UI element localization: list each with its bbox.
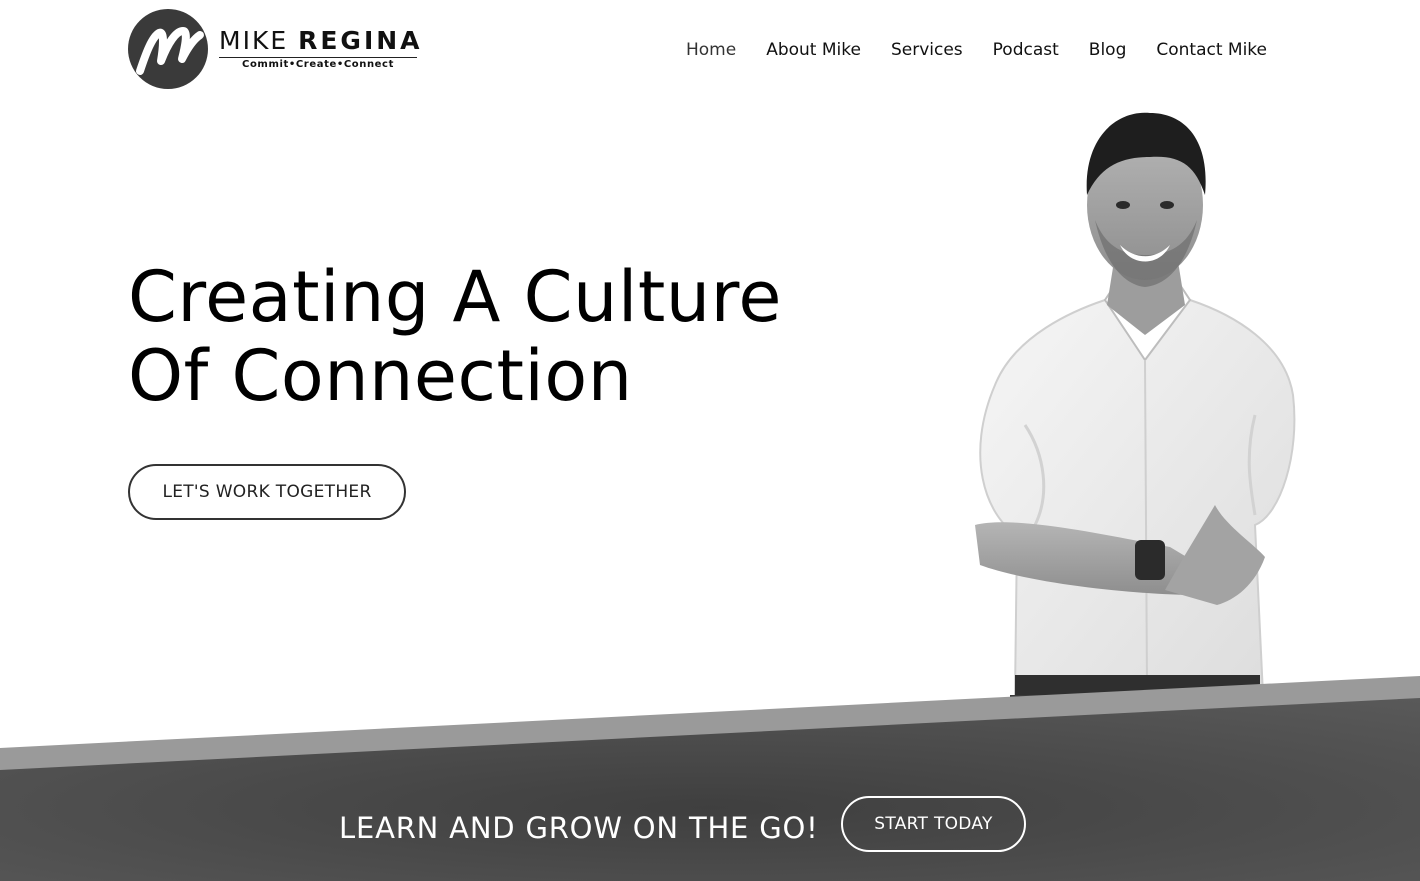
logo-first-name: MIKE: [219, 25, 289, 55]
logo-tagline: Commit•Create•Connect: [242, 58, 394, 70]
hero-title-line-2: Of Connection: [128, 335, 633, 417]
start-today-button[interactable]: START TODAY: [841, 796, 1026, 852]
site-header: MIKE REGINA Commit•Create•Connect Home A…: [0, 0, 1420, 100]
hero-title: Creating A Culture Of Connection: [128, 258, 782, 416]
logo-wordmark: MIKE REGINA Commit•Create•Connect: [219, 25, 423, 70]
nav-item-contact-mike[interactable]: Contact Mike: [1156, 38, 1267, 62]
nav-item-services[interactable]: Services: [891, 38, 963, 62]
logo-name: MIKE REGINA: [219, 25, 423, 55]
nav-item-blog[interactable]: Blog: [1089, 38, 1127, 62]
nav-item-podcast[interactable]: Podcast: [993, 38, 1059, 62]
nav-item-about-mike[interactable]: About Mike: [766, 38, 861, 62]
hero-title-line-1: Creating A Culture: [128, 256, 782, 338]
nav-item-home[interactable]: Home: [686, 38, 736, 62]
site-logo[interactable]: MIKE REGINA Commit•Create•Connect: [128, 9, 423, 89]
hero-portrait-image: [975, 112, 1296, 735]
main-nav: Home About Mike Services Podcast Blog Co…: [656, 38, 1267, 62]
logo-last-name: REGINA: [298, 25, 423, 55]
logo-divider: [219, 56, 417, 58]
work-together-button[interactable]: LET'S WORK TOGETHER: [128, 464, 406, 520]
logo-mark-icon: [128, 9, 208, 89]
promo-banner-text: LEARN AND GROW ON THE GO!: [339, 811, 819, 845]
